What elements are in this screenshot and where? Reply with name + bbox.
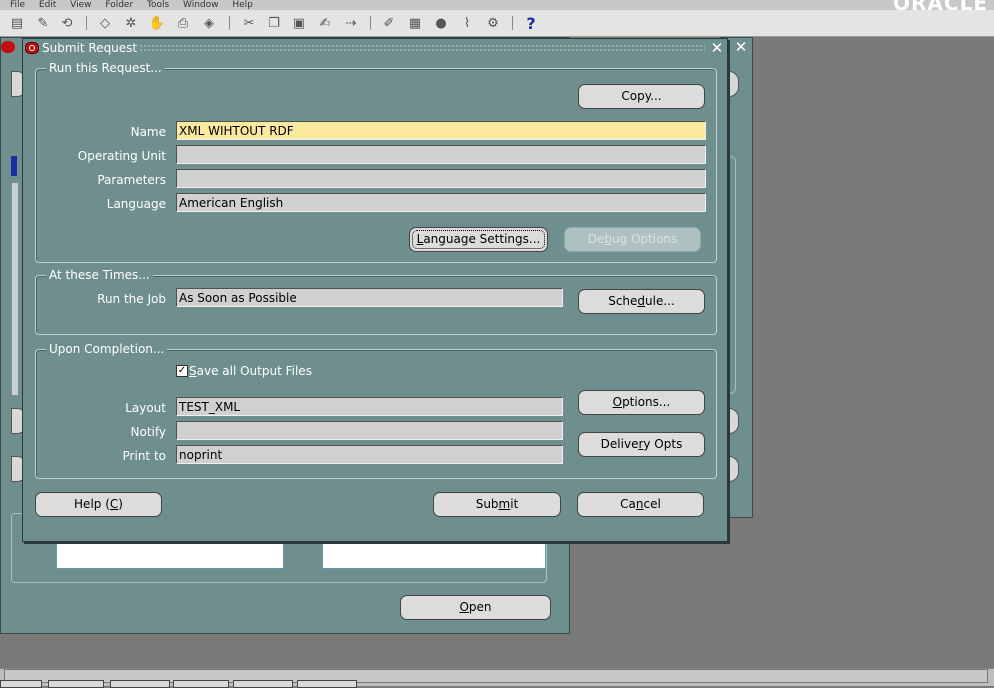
group-title: Run this Request... xyxy=(46,61,165,75)
help-button[interactable]: Help (C) xyxy=(35,492,162,517)
cut-icon[interactable]: ✂ xyxy=(240,14,258,32)
options-button[interactable]: Options... xyxy=(578,390,705,415)
attachment-icon[interactable]: ⌇ xyxy=(458,14,476,32)
print-to-field[interactable]: noprint xyxy=(176,445,563,464)
delete-icon[interactable]: ✋ xyxy=(148,14,166,32)
debug-options-button: Debug Options xyxy=(564,227,701,252)
oracle-window-icon xyxy=(25,42,39,54)
submit-button[interactable]: Submit xyxy=(433,492,561,517)
save-output-checkbox[interactable]: ✓ xyxy=(176,365,188,377)
menu-edit[interactable]: Edit xyxy=(39,0,56,10)
run-request-group: Run this Request... Copy... Name XML WIH… xyxy=(35,61,717,263)
selection-marker xyxy=(11,156,17,176)
menu-bar: File Edit View Folder Tools Window Help … xyxy=(0,0,994,10)
zoom-icon[interactable]: ⇢ xyxy=(342,14,360,32)
name-label: Name xyxy=(130,125,166,139)
close-icon[interactable]: ✕ xyxy=(709,40,725,56)
title-bar[interactable]: Submit Request ✕ xyxy=(23,39,727,58)
run-job-field[interactable]: As Soon as Possible xyxy=(176,288,563,307)
run-job-label: Run the Job xyxy=(97,292,166,306)
documents-list[interactable] xyxy=(56,543,284,569)
print-icon[interactable]: ◇ xyxy=(96,14,114,32)
menu-file[interactable]: File xyxy=(10,0,25,10)
save-icon[interactable]: ⟲ xyxy=(58,14,76,32)
times-group: At these Times... Run the Job As Soon as… xyxy=(35,268,717,335)
language-label: Language xyxy=(106,197,166,211)
name-field[interactable]: XML WIHTOUT RDF xyxy=(176,121,706,140)
operating-unit-field[interactable] xyxy=(176,145,706,164)
dialog-title: Submit Request xyxy=(42,41,138,55)
parameters-field[interactable] xyxy=(176,169,706,188)
notify-field[interactable] xyxy=(176,421,563,440)
paste-icon[interactable]: ▣ xyxy=(290,14,308,32)
translate-icon[interactable]: ◈ xyxy=(200,14,218,32)
cancel-button[interactable]: Cancel xyxy=(577,492,704,517)
parameters-label: Parameters xyxy=(97,173,166,187)
delivery-opts-button[interactable]: Delivery Opts xyxy=(578,432,705,457)
language-field[interactable]: American English xyxy=(176,193,706,212)
status-area xyxy=(0,668,994,688)
layout-field[interactable]: TEST_XML xyxy=(176,397,563,416)
toolbar: ▤ ✎ ⟲ ◇ ✲ ✋ ⎙ ◈ ✂ ❐ ▣ ✍ ⇢ ✐ ▦ ● ⌇ ⚙ ? xyxy=(0,10,994,37)
completion-group: Upon Completion... ✓ Save all Output Fil… xyxy=(35,342,717,479)
help-icon[interactable]: ? xyxy=(522,14,540,33)
copy-icon[interactable]: ❐ xyxy=(265,14,283,32)
group-title: Upon Completion... xyxy=(46,342,168,356)
copy-button[interactable]: Copy... xyxy=(578,84,705,109)
clear-icon[interactable]: ✲ xyxy=(122,14,140,32)
menu-tools[interactable]: Tools xyxy=(147,0,169,10)
oracle-logo: ORACLE xyxy=(893,0,988,10)
new-icon[interactable]: ▤ xyxy=(8,14,26,32)
menu-window[interactable]: Window xyxy=(183,0,219,10)
schedule-button[interactable]: Schedule... xyxy=(578,289,705,314)
save-output-label[interactable]: Save all Output Files xyxy=(189,364,312,378)
find-icon[interactable]: ⎙ xyxy=(174,14,192,32)
top-ten-list[interactable] xyxy=(322,543,546,569)
menu-help[interactable]: Help xyxy=(232,0,253,10)
close-icon[interactable]: ✕ xyxy=(733,40,749,55)
layout-label: Layout xyxy=(125,401,166,415)
folder-icon[interactable]: ▦ xyxy=(406,14,424,32)
record-icon[interactable]: ✐ xyxy=(380,14,398,32)
language-settings-button[interactable]: Language Settings... xyxy=(409,227,548,252)
edit-icon[interactable]: ✍ xyxy=(316,14,334,32)
list-rail xyxy=(11,182,19,396)
window-icon xyxy=(1,41,15,53)
group-title: At these Times... xyxy=(46,268,153,282)
open-button[interactable]: Open xyxy=(400,595,551,620)
menu-view[interactable]: View xyxy=(70,0,91,10)
notify-label: Notify xyxy=(130,425,166,439)
operating-unit-label: Operating Unit xyxy=(77,149,166,163)
menu-folder[interactable]: Folder xyxy=(105,0,133,10)
open-icon[interactable]: ✎ xyxy=(34,14,52,32)
tools-icon[interactable]: ⚙ xyxy=(484,14,502,32)
globe-icon[interactable]: ● xyxy=(432,14,450,32)
print-to-label: Print to xyxy=(122,449,166,463)
submit-request-dialog: Submit Request ✕ Run this Request... Cop… xyxy=(22,38,728,542)
